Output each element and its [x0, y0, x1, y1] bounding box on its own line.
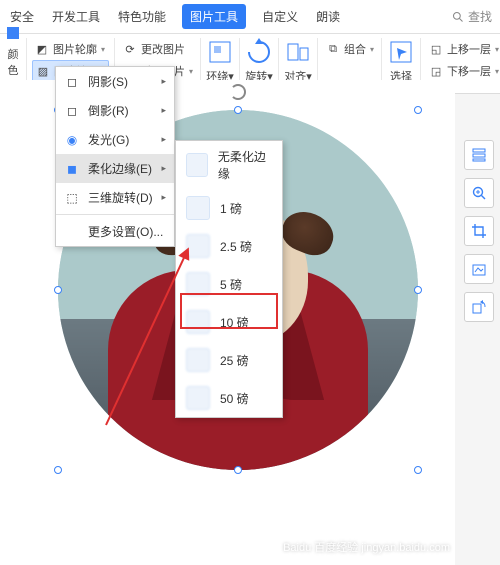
change-picture-button[interactable]: ⟳更改图片: [120, 38, 195, 60]
search-label: 查找: [468, 8, 492, 25]
resize-handle-tr[interactable]: [414, 106, 422, 114]
select-pane-big-icon: [387, 38, 415, 66]
soft-edge-1pt[interactable]: 1 磅: [176, 189, 282, 227]
resize-handle-tm[interactable]: [234, 106, 242, 114]
picture-effects-menu: ◻阴影(S)▸ ◻倒影(R)▸ ◉发光(G)▸ ◼柔化边缘(E)▸ ⬚三维旋转(…: [55, 66, 175, 247]
soft-edges-submenu: 无柔化边缘 1 磅 2.5 磅 5 磅 10 磅 25 磅 50 磅: [175, 140, 283, 418]
tab-read[interactable]: 朗读: [314, 4, 342, 29]
resize-handle-bl[interactable]: [54, 466, 62, 474]
menu-item-reflection[interactable]: ◻倒影(R)▸: [56, 96, 174, 125]
soft-edge-10pt[interactable]: 10 磅: [176, 303, 282, 341]
soft-edge-50pt[interactable]: 50 磅: [176, 379, 282, 417]
rotate-icon: [245, 38, 273, 66]
group-button[interactable]: ⧉组合▾: [323, 38, 376, 60]
fill-icon[interactable]: [5, 25, 21, 44]
side-tool-crop[interactable]: [464, 216, 494, 246]
menu-item-more-settings[interactable]: 更多设置(O)...: [56, 217, 174, 246]
menu-item-3d-rotation[interactable]: ⬚三维旋转(D)▸: [56, 183, 174, 212]
send-backward-button[interactable]: ◲下移一层▾: [426, 60, 500, 82]
side-tool-replace[interactable]: [464, 254, 494, 284]
wrap-icon: [206, 38, 234, 66]
soft-edge-none[interactable]: 无柔化边缘: [176, 141, 282, 189]
soft-edge-5pt[interactable]: 5 磅: [176, 265, 282, 303]
soft-edge-25pt[interactable]: 25 磅: [176, 341, 282, 379]
align-icon: [284, 38, 312, 66]
bring-forward-button[interactable]: ◱上移一层▾: [426, 38, 500, 60]
resize-handle-ml[interactable]: [54, 286, 62, 294]
resize-handle-mr[interactable]: [414, 286, 422, 294]
menu-item-soft-edges[interactable]: ◼柔化边缘(E)▸: [56, 154, 174, 183]
tab-picture-tools[interactable]: 图片工具: [182, 4, 246, 29]
soft-edge-2-5pt[interactable]: 2.5 磅: [176, 227, 282, 265]
resize-handle-bm[interactable]: [234, 466, 242, 474]
tab-features[interactable]: 特色功能: [116, 4, 168, 29]
menu-item-glow[interactable]: ◉发光(G)▸: [56, 125, 174, 154]
side-tool-properties[interactable]: [464, 140, 494, 170]
rotate-handle[interactable]: [230, 84, 246, 100]
side-tool-zoom[interactable]: [464, 178, 494, 208]
picture-outline-button[interactable]: ◩图片轮廓▾: [32, 38, 109, 60]
tab-custom[interactable]: 自定义: [260, 4, 300, 29]
watermark: Baidu 百度经验 jingyan.baidu.com: [283, 539, 450, 555]
menu-item-shadow[interactable]: ◻阴影(S)▸: [56, 67, 174, 96]
resize-handle-br[interactable]: [414, 466, 422, 474]
tab-devtools[interactable]: 开发工具: [50, 4, 102, 29]
side-tool-rotate[interactable]: [464, 292, 494, 322]
search-box[interactable]: 查找: [452, 4, 492, 29]
search-icon: [452, 11, 464, 23]
